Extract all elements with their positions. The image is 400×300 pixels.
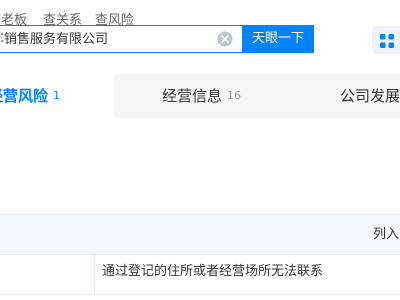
apps-button[interactable] xyxy=(372,26,400,54)
section-tab-bar: 经营风险 1 经营信息 16 公司发展 xyxy=(0,74,400,118)
tab-count: 1 xyxy=(53,89,61,102)
table-cell-reason: 通过登记的住所或者经营场所无法联系 xyxy=(102,264,324,279)
tab-business-risk[interactable]: 经营风险 1 xyxy=(0,74,114,118)
table-header: 列入 xyxy=(0,214,400,255)
tab-label: 公司发展 xyxy=(340,87,400,105)
cell-divider xyxy=(94,255,95,295)
content-area xyxy=(0,118,400,214)
tab-count: 16 xyxy=(227,89,242,102)
tab-business-info[interactable]: 经营信息 16 xyxy=(162,74,241,118)
clear-icon[interactable] xyxy=(217,31,233,47)
search-header: 查老板 查关系 查风险 天眼一下 xyxy=(0,0,400,74)
table-row: 通过登记的住所或者经营场所无法联系 xyxy=(0,255,400,295)
tab-label: 经营信息 xyxy=(162,87,223,105)
column-header-listed: 列入 xyxy=(373,227,400,242)
tab-company-development[interactable]: 公司发展 xyxy=(340,74,400,118)
search-input[interactable] xyxy=(0,26,215,54)
table-cell-index xyxy=(0,255,94,295)
search-button[interactable]: 天眼一下 xyxy=(242,25,314,53)
tab-label: 经营风险 xyxy=(0,87,49,105)
grid-apps-icon xyxy=(380,34,394,48)
search-box xyxy=(0,25,242,54)
